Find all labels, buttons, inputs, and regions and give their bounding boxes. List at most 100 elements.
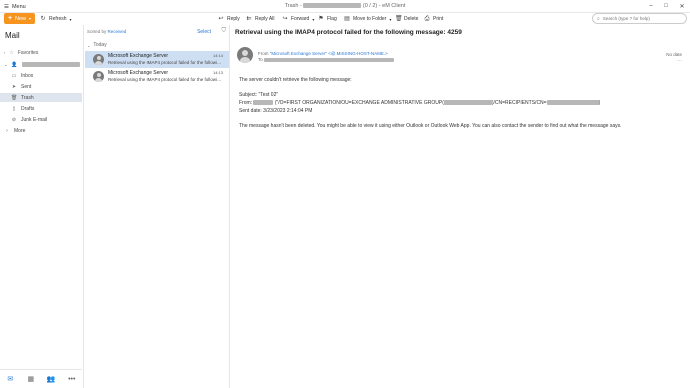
folder-move-icon: ▤	[344, 16, 350, 22]
avatar	[93, 54, 104, 65]
redacted-recipient	[264, 57, 395, 62]
chevron-down-icon: ⌄	[4, 62, 8, 67]
message-sender: Microsoft Exchange Server	[108, 70, 169, 76]
folder-sent[interactable]: ➤ Sent	[0, 82, 82, 91]
folder-panel: Mail › ☆ Favorites ⌄ 👤 ▭ Inbox ➤ Sent 🗑 …	[0, 25, 82, 370]
body-closing: The message hasn't been deleted. You mig…	[239, 123, 622, 129]
reply-all-button[interactable]: ⇇ Reply All	[246, 15, 274, 23]
flag-label: Flag	[327, 16, 337, 22]
forward-button[interactable]: ↪ Forward ▾	[282, 15, 314, 23]
to-line: To	[258, 57, 395, 62]
redacted-cn	[546, 100, 599, 106]
window-title: Trash - (0 / 2) - eM Client	[0, 3, 690, 9]
chevron-right-icon: ›	[4, 50, 6, 55]
folder-label: Trash	[21, 94, 34, 101]
more-actions-icon[interactable]: ···	[677, 58, 682, 64]
folder-label: Sent	[21, 83, 32, 90]
folder-label: Drafts	[21, 105, 35, 112]
printer-icon: ⎙	[424, 16, 430, 22]
folder-inbox[interactable]: ▭ Inbox	[0, 71, 82, 80]
redacted-account	[303, 3, 362, 9]
junk-icon: ⊘	[11, 116, 17, 123]
toolbar: + New ▾ ↻ Refresh ▾ ↩ Reply ⇇ Reply All …	[0, 13, 690, 25]
title-prefix: Trash -	[284, 3, 304, 9]
chevron-right-icon: ›	[6, 127, 8, 134]
message-time: 14:13	[212, 70, 223, 75]
panel-title: Mail	[5, 31, 20, 40]
body-from-end: )	[598, 100, 601, 106]
body-from: From: ("/O=FIRST ORGANIZATION/OU=EXCHANG…	[239, 100, 600, 106]
drafts-icon: ▯	[12, 105, 16, 112]
message-date: No date	[666, 52, 682, 57]
chevron-down-icon: ▾	[69, 16, 72, 22]
contacts-icon[interactable]: 👥	[41, 370, 62, 388]
chevron-down-icon: ⌄	[87, 42, 91, 48]
favorites-group[interactable]: › ☆ Favorites	[4, 48, 38, 57]
minimize-icon[interactable]: –	[644, 1, 658, 11]
filter-icon[interactable]: ⛉	[221, 28, 226, 35]
plus-icon: +	[7, 15, 13, 22]
body-from-mid: ("/O=FIRST ORGANIZATION/OU=EXCHANGE ADMI…	[273, 100, 444, 106]
delete-label: Delete	[404, 16, 419, 22]
star-icon: ☆	[9, 49, 14, 56]
delete-button[interactable]: 🗑 Delete	[395, 15, 418, 23]
avatar	[93, 71, 104, 82]
inbox-icon: ▭	[11, 72, 17, 79]
group-header-today[interactable]: ⌄ Today	[87, 42, 107, 48]
folder-drafts[interactable]: ▯ Drafts	[0, 104, 82, 113]
bottom-navigation: ✉ ▦ 👥 •••	[0, 369, 82, 388]
body-subject: Subject: "Test 02"	[239, 92, 279, 98]
search-input[interactable]	[602, 16, 683, 21]
print-label: Print	[433, 16, 444, 22]
folder-junk[interactable]: ⊘ Junk E-mail	[0, 115, 82, 124]
flag-button[interactable]: ⚑ Flag	[318, 15, 337, 23]
message-time: 14:14	[212, 53, 223, 58]
reply-all-label: Reply All	[255, 16, 275, 22]
move-to-folder-button[interactable]: ▤ Move to Folder ▾	[344, 15, 391, 23]
search-box[interactable]: ⌕	[592, 13, 687, 24]
folder-label: Inbox	[21, 72, 34, 79]
folder-label: More	[14, 127, 26, 134]
mail-icon[interactable]: ✉	[0, 370, 21, 388]
from-prefix: From	[258, 51, 270, 56]
search-icon: ⌕	[597, 15, 600, 22]
trash-icon: 🗑	[395, 16, 403, 22]
list-item[interactable]: Microsoft Exchange Server 14:14 Retrieva…	[85, 51, 229, 68]
calendar-icon[interactable]: ▦	[21, 370, 42, 388]
message-list: Sorted by Received Select ⛉ ⌄ Today Micr…	[83, 25, 230, 388]
redacted-account-name	[21, 62, 80, 67]
select-link[interactable]: Select	[197, 29, 211, 35]
refresh-label: Refresh	[49, 16, 67, 22]
close-icon[interactable]: ✕	[675, 1, 689, 11]
refresh-button[interactable]: ↻ Refresh ▾	[40, 15, 72, 23]
reply-button[interactable]: ↩ Reply	[218, 15, 240, 23]
forward-label: Forward	[291, 16, 310, 22]
sort-bar: Sorted by Received Select ⛉	[87, 28, 228, 37]
list-item[interactable]: Microsoft Exchange Server 14:13 Retrieva…	[85, 68, 229, 85]
chevron-down-icon: ▾	[389, 16, 392, 22]
new-label: New	[15, 15, 27, 22]
maximize-icon[interactable]: □	[659, 1, 673, 11]
account-group[interactable]: ⌄ 👤	[4, 60, 80, 69]
sort-value[interactable]: Received	[108, 29, 127, 34]
sender-name[interactable]: "Microsoft Exchange Server" <@.MISSING-H…	[270, 51, 388, 56]
sent-icon: ➤	[11, 83, 17, 90]
chevron-down-icon: ▾	[29, 16, 32, 21]
title-suffix: (0 / 2) - eM Client	[361, 3, 406, 9]
reply-label: Reply	[227, 16, 240, 22]
new-button[interactable]: + New ▾	[4, 13, 35, 24]
group-label: Today	[93, 42, 107, 48]
reply-icon: ↩	[218, 16, 224, 22]
sort-prefix: Sorted by	[87, 29, 108, 34]
more-icon[interactable]: •••	[62, 370, 83, 388]
redacted-name	[253, 100, 274, 106]
body-intro: The server couldn't retrieve the followi…	[239, 77, 352, 83]
refresh-icon: ↻	[40, 16, 46, 22]
message-subject: Retrieval using the IMAP4 protocol faile…	[235, 29, 462, 36]
message-preview: Retrieval using the IMAP4 protocol faile…	[108, 77, 223, 82]
folder-trash[interactable]: 🗑 Trash	[0, 93, 82, 102]
folder-more[interactable]: › More	[0, 126, 82, 135]
title-bar: ☰ Menu Trash - (0 / 2) - eM Client – □ ✕	[0, 0, 690, 13]
print-button[interactable]: ⎙ Print	[424, 15, 444, 23]
reading-pane: Retrieval using the IMAP4 protocol faile…	[231, 25, 690, 388]
